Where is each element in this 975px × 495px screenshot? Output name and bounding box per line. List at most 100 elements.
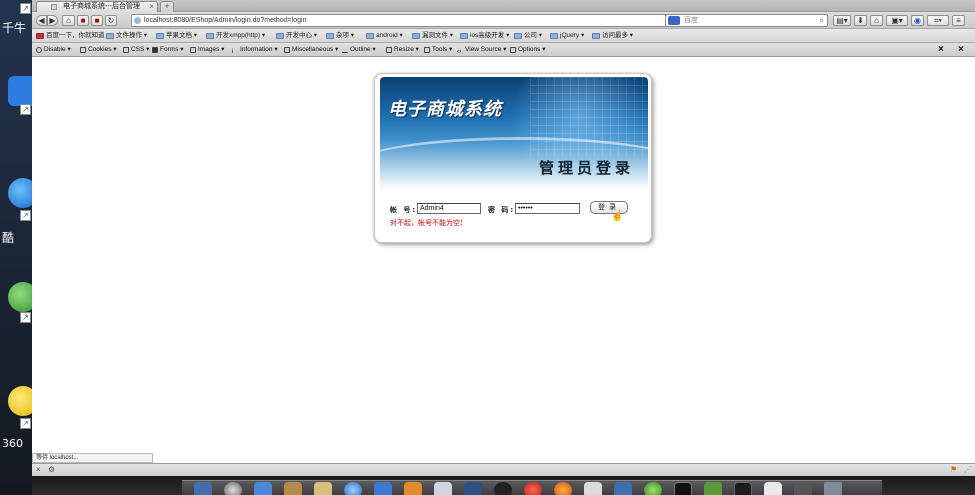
tool-icon[interactable] [464, 482, 482, 495]
pen-icon[interactable] [614, 482, 632, 495]
close-icon[interactable]: × [938, 44, 944, 55]
firefox-icon[interactable] [554, 482, 572, 495]
dev-menu-cookies[interactable]: Cookies ▾ [80, 45, 117, 55]
search-box[interactable]: 百度 ⌕ [665, 14, 828, 27]
xcode-icon[interactable] [434, 482, 452, 495]
dev-menu-tools[interactable]: Tools ▾ [424, 45, 452, 55]
back-button[interactable]: ◀ [36, 15, 47, 26]
web-developer-toolbar: Disable ▾ Cookies ▾ CSS ▾ Forms ▾ Images… [32, 43, 975, 57]
pencil-icon [342, 47, 348, 53]
document-icon[interactable] [764, 482, 782, 495]
settings-icon[interactable]: ⚙ [48, 465, 55, 474]
resize-grip-icon[interactable]: ⋰ [964, 465, 972, 474]
folder-icon [206, 33, 214, 39]
bookmark-tool-icon[interactable]: ■ [77, 15, 89, 26]
bookmark-folder[interactable]: 文件操作 ▾ [106, 31, 147, 41]
dev-menu-options[interactable]: Options ▾ [510, 45, 545, 55]
shortcut-arrow-icon: ↗ [20, 210, 31, 221]
folder-icon [550, 33, 558, 39]
bookmark-folder[interactable]: 开发xmpp(http) ▾ [206, 31, 265, 41]
bookmark-folder[interactable]: 杂项 ▾ [326, 31, 354, 41]
address-bar[interactable]: localhost:8080/EShop/Admin/login.do?meth… [131, 14, 690, 27]
finder-icon[interactable] [194, 482, 212, 495]
home-button[interactable]: ⌂ [62, 15, 75, 26]
rss-icon[interactable]: ⚑ [950, 465, 957, 474]
close-icon[interactable]: × [958, 44, 964, 55]
menu-button[interactable]: ≡ [952, 15, 965, 26]
folder-icon [460, 33, 468, 39]
password-label: 密 码: [488, 206, 516, 214]
reader-icon[interactable]: ■ [91, 15, 103, 26]
close-icon[interactable]: × [149, 2, 154, 12]
bookmark-folder[interactable]: 苹果文档 ▾ [156, 31, 197, 41]
bookmark-folder[interactable]: 漏洞文件 ▾ [412, 31, 453, 41]
shortcut-arrow-icon: ↗ [20, 104, 31, 115]
itunes-icon[interactable] [374, 482, 392, 495]
search-icon[interactable]: ⌕ [820, 15, 824, 26]
password-input[interactable]: •••••• [515, 203, 580, 214]
bookmark-folder[interactable]: 开发中心 ▾ [276, 31, 317, 41]
search-engine-icon[interactable] [668, 16, 680, 25]
login-panel: 电子商城系统 管理员登录 帐 号: Admin4 密 码: •••••• 登录 … [374, 73, 652, 243]
bookmark-folder[interactable]: jQuery ▾ [550, 31, 584, 41]
dev-menu-outline[interactable]: Outline ▾ [342, 45, 376, 55]
movie-icon[interactable] [794, 482, 812, 495]
dev-menu-resize[interactable]: Resize ▾ [386, 45, 419, 55]
wechat-icon[interactable] [644, 482, 662, 495]
tab-active[interactable]: 电子商城系统---后台管理 × [36, 1, 158, 12]
trash-icon[interactable] [824, 482, 842, 495]
qq-icon[interactable] [494, 482, 512, 495]
dev-menu-disable[interactable]: Disable ▾ [36, 45, 71, 55]
dock [32, 476, 975, 495]
android-icon[interactable] [704, 482, 722, 495]
misc-icon [284, 47, 290, 53]
forward-button[interactable]: ▶ [47, 15, 58, 26]
bookmark-folder[interactable]: android ▾ [366, 31, 403, 41]
desktop-label-360: 360 [2, 437, 23, 450]
notes-icon[interactable] [314, 482, 332, 495]
new-tab-button[interactable]: + [160, 1, 174, 12]
bookmark-folder[interactable]: ios高级开发 ▾ [460, 31, 509, 41]
ibooks-icon[interactable] [404, 482, 422, 495]
textedit-icon[interactable] [584, 482, 602, 495]
reload-button[interactable]: ↻ [105, 15, 117, 26]
sync-icon[interactable]: ◉ [911, 15, 924, 26]
bookmark-folder[interactable]: 访问最多 ▾ [592, 31, 633, 41]
tab-title: 电子商城系统---后台管理 [63, 3, 140, 10]
chrome-icon[interactable] [524, 482, 542, 495]
terminal-icon[interactable] [674, 482, 692, 495]
folder-icon [592, 33, 600, 39]
preview-icon[interactable] [254, 482, 272, 495]
app-store-icon[interactable] [344, 482, 362, 495]
launchpad-icon[interactable] [224, 482, 242, 495]
dev-menu-information[interactable]: i Information ▾ [232, 45, 278, 55]
dev-menu-view-source[interactable]: ‹› View Source ▾ [457, 45, 506, 55]
bookmarks-menu-button[interactable]: ▤▾ [833, 15, 851, 26]
forms-icon [152, 47, 158, 53]
folder-icon [326, 33, 334, 39]
account-input[interactable]: Admin4 [417, 203, 481, 214]
folder-icon [412, 33, 420, 39]
bookmarks-toolbar: 百度一下，你就知道 文件操作 ▾ 苹果文档 ▾ 开发xmpp(http) ▾ 开… [32, 29, 975, 43]
bookmark-folder[interactable]: 公司 ▾ [514, 31, 542, 41]
dev-menu-images[interactable]: Images ▾ [190, 45, 224, 55]
shortcut-arrow-icon: ↗ [20, 3, 31, 14]
bookmark-item[interactable]: 百度一下，你就知道 [36, 31, 105, 41]
contacts-icon[interactable] [284, 482, 302, 495]
extension-button[interactable]: ▣▾ [886, 15, 908, 26]
dev-menu-forms[interactable]: Forms ▾ [152, 45, 183, 55]
error-message: 对不起，帐号不能为空! [390, 219, 463, 227]
dev-menu-css[interactable]: CSS ▾ [123, 45, 149, 55]
downloads-button[interactable]: ⬇ [854, 15, 867, 26]
addon-bar: × ⚙ ⚑ ⋰ [32, 463, 975, 476]
home-page-button[interactable]: ⌂ [870, 15, 883, 26]
dev-menu-miscellaneous[interactable]: Miscellaneous ▾ [284, 45, 338, 55]
desktop-label-qianniu: 千牛 [2, 21, 27, 35]
close-icon[interactable]: × [36, 465, 41, 474]
monitor-icon[interactable] [734, 482, 752, 495]
pointer-cursor-icon: ☝ [611, 211, 624, 222]
crop-tool-button[interactable]: ⌗▾ [927, 15, 949, 26]
url-text: localhost:8080/EShop/Admin/login.do?meth… [144, 17, 307, 24]
login-banner: 电子商城系统 管理员登录 [380, 77, 648, 190]
shortcut-arrow-icon: ↗ [20, 418, 31, 429]
